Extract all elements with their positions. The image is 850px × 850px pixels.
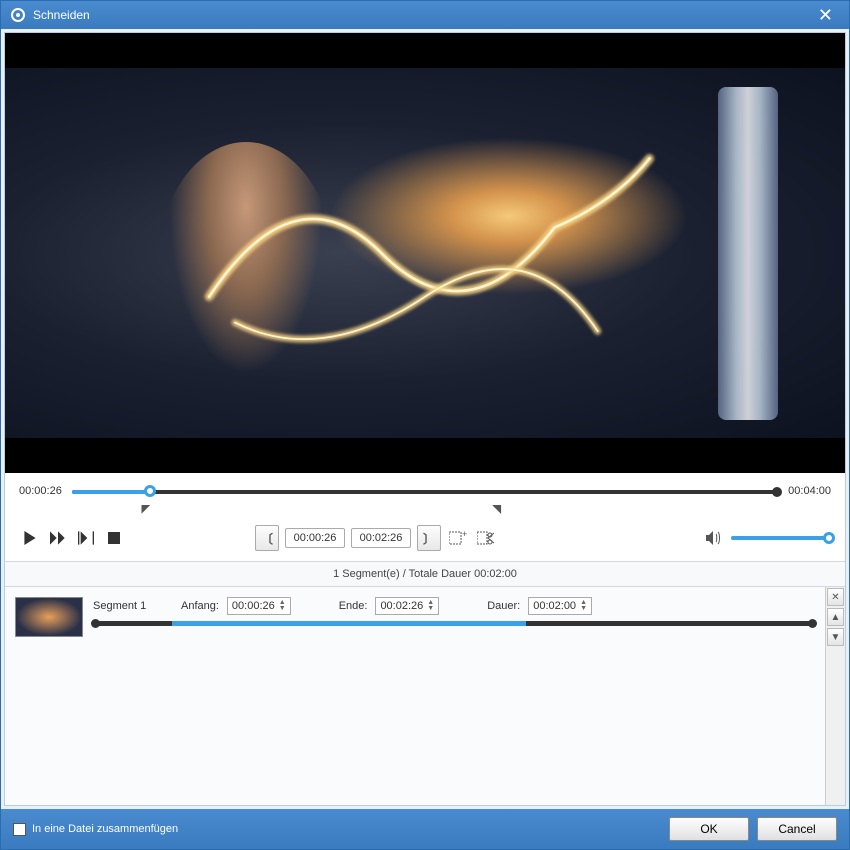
move-down-button[interactable]: ▼ bbox=[827, 628, 844, 646]
window-title: Schneiden bbox=[33, 8, 90, 22]
timeline-track[interactable] bbox=[72, 481, 778, 501]
current-time: 00:00:26 bbox=[19, 485, 62, 497]
video-preview[interactable] bbox=[5, 33, 845, 473]
fast-forward-icon[interactable] bbox=[47, 527, 69, 549]
segment-side-controls: ✕ ▲ ▼ bbox=[825, 587, 845, 805]
playhead[interactable] bbox=[144, 485, 156, 497]
merge-checkbox-wrap[interactable]: In eine Datei zusammenfügen bbox=[13, 823, 178, 836]
segment-row[interactable]: Segment 1 Anfang: 00:00:26▲▼ Ende: 00:02… bbox=[11, 593, 819, 641]
segment-duration-field[interactable]: 00:02:00▲▼ bbox=[528, 597, 592, 615]
timeline: 00:00:26 00:04:00 bbox=[5, 473, 845, 515]
merge-label: In eine Datei zusammenfügen bbox=[32, 823, 178, 835]
volume-slider[interactable] bbox=[731, 536, 831, 540]
footer: In eine Datei zusammenfügen OK Cancel bbox=[1, 809, 849, 849]
set-start-button[interactable]: 〔 bbox=[255, 525, 279, 551]
titlebar: Schneiden ✕ bbox=[1, 1, 849, 29]
merge-checkbox[interactable] bbox=[13, 823, 26, 836]
start-label: Anfang: bbox=[181, 600, 219, 612]
stop-icon[interactable] bbox=[103, 527, 125, 549]
playback-controls: 〔 00:00:26 00:02:26 〕 + bbox=[5, 515, 845, 561]
set-end-button[interactable]: 〕 bbox=[417, 525, 441, 551]
svg-text:+: + bbox=[462, 530, 467, 539]
play-icon[interactable] bbox=[19, 527, 41, 549]
move-up-button[interactable]: ▲ bbox=[827, 608, 844, 626]
trim-dialog: Schneiden ✕ 00:00:26 0 bbox=[0, 0, 850, 850]
segment-start-field[interactable]: 00:00:26▲▼ bbox=[227, 597, 291, 615]
segment-track[interactable] bbox=[93, 621, 815, 626]
segment-thumbnail bbox=[15, 597, 83, 637]
trim-end-field[interactable]: 00:02:26 bbox=[351, 528, 411, 548]
trim-start-field[interactable]: 00:00:26 bbox=[285, 528, 345, 548]
add-segment-icon[interactable]: + bbox=[447, 527, 469, 549]
segments-list: Segment 1 Anfang: 00:00:26▲▼ Ende: 00:02… bbox=[5, 587, 845, 805]
segment-end-field[interactable]: 00:02:26▲▼ bbox=[375, 597, 439, 615]
cut-icon[interactable] bbox=[475, 527, 497, 549]
duration-label: Dauer: bbox=[487, 600, 520, 612]
total-time: 00:04:00 bbox=[788, 485, 831, 497]
start-marker[interactable] bbox=[141, 503, 150, 517]
volume-icon[interactable] bbox=[703, 527, 725, 549]
app-icon bbox=[11, 8, 25, 22]
segment-name: Segment 1 bbox=[93, 600, 173, 612]
cancel-button[interactable]: Cancel bbox=[757, 817, 837, 841]
next-frame-icon[interactable] bbox=[75, 527, 97, 549]
end-label: Ende: bbox=[339, 600, 368, 612]
remove-segment-button[interactable]: ✕ bbox=[827, 588, 844, 606]
ok-button[interactable]: OK bbox=[669, 817, 749, 841]
content-area: 00:00:26 00:04:00 bbox=[4, 32, 846, 806]
close-icon[interactable]: ✕ bbox=[812, 5, 839, 26]
segment-summary: 1 Segment(e) / Totale Dauer 00:02:00 bbox=[5, 561, 845, 587]
end-marker[interactable] bbox=[492, 503, 501, 517]
